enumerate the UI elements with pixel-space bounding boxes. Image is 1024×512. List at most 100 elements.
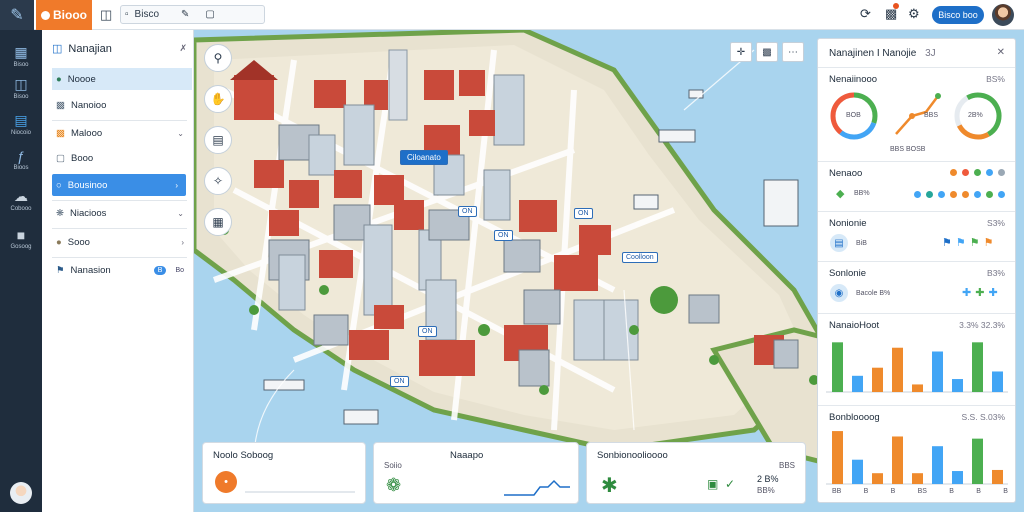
chart-icon: ▤	[830, 234, 848, 252]
bar-chart-bar	[932, 446, 943, 484]
terminal-icon: ■	[16, 227, 26, 243]
axis-tick-label: BS	[917, 488, 927, 495]
bar-chart-bar	[892, 347, 903, 392]
divider	[52, 200, 187, 201]
bar-chart-section-1: NanaioHoot 3.3% 32.3%	[818, 313, 1015, 403]
panel-title: Nanajinen I Nanojie 3J	[829, 48, 936, 59]
map-marker[interactable]: ON	[494, 230, 513, 241]
home-icon: ▦	[14, 44, 28, 60]
user-avatar[interactable]	[992, 4, 1014, 26]
map-icon: ▤	[14, 112, 28, 128]
close-icon[interactable]: ✕	[997, 47, 1005, 58]
chevron-down-icon[interactable]: ⌄	[177, 209, 192, 218]
divider	[52, 257, 187, 258]
map-marker[interactable]: ON	[390, 376, 409, 387]
bar-chart-bar	[972, 438, 983, 484]
map-marker[interactable]: ON	[574, 208, 593, 219]
rail-user-avatar[interactable]	[10, 482, 32, 504]
target-icon: ◉	[830, 284, 848, 302]
axis-tick-label: B	[976, 488, 981, 495]
grid-icon: ▩	[56, 99, 65, 111]
notification-icon[interactable]: ▩	[885, 3, 899, 22]
search-text: Bisco	[134, 9, 159, 20]
hand-tool-icon[interactable]: ✋	[204, 85, 232, 113]
side-panel: ◫ Nanajian ✗ ● Noooe ▩ Nanoioo ▩ Malooo …	[42, 30, 194, 512]
chevron-right-icon[interactable]: ›	[175, 181, 186, 190]
app-logo-icon[interactable]: ✎	[0, 0, 34, 30]
bar-chart-section-2: Bonbloooog S.S. S.03% BB B B BS B B B	[818, 405, 1015, 503]
rail-item-home[interactable]: ▦ Bisoo	[0, 44, 42, 68]
top-bar: ✎ Biooo ◫ ▫ Bisco ✎ ▢ ⟳ ▩ ⚙ Bisco boo	[0, 0, 1024, 30]
status-section-3: Sonlonie B3% ◉ Bacole B% ✚✚✚	[818, 261, 1015, 309]
split-view-icon[interactable]: ◫	[100, 7, 112, 23]
check-icon: ✓	[725, 477, 736, 491]
bar-chart-bar	[872, 473, 883, 484]
bar-chart-bar	[832, 342, 843, 392]
more-options-icon[interactable]: ⋯	[782, 42, 804, 62]
axis-tick-label: B	[863, 488, 869, 495]
rail-item-layers[interactable]: ƒ Bioos	[0, 148, 42, 171]
layers-tool-icon[interactable]: ▤	[204, 126, 232, 154]
side-item-4[interactable]: ○ Bousinoo ›	[52, 174, 186, 196]
map-marker[interactable]: ON	[418, 326, 437, 337]
sparkline	[504, 479, 570, 496]
left-rail: ▦ Bisoo ◫ Bisoo ▤ Niocoio ƒ Bioos ☁ Cobo…	[0, 30, 42, 512]
collapse-icon[interactable]: ✗	[179, 43, 187, 54]
count-label: Bo	[175, 266, 184, 274]
map-toolbar: ⚲ ✋ ▤ ✧ ▦	[204, 44, 234, 249]
map-style-icon[interactable]: ▩	[756, 42, 778, 62]
puzzle-icon[interactable]: ⚙	[908, 6, 920, 22]
axis-tick-label: BB	[832, 488, 842, 495]
grid-tool-icon[interactable]: ▦	[204, 208, 232, 236]
pin-tool-icon[interactable]: ⚲	[204, 44, 232, 72]
side-panel-header: ◫ Nanajian ✗	[52, 42, 187, 56]
summary-card-2[interactable]: Naaapo Soiio ❁	[373, 442, 579, 504]
brand-label: Biooo	[53, 8, 87, 22]
lock-icon: ▣	[707, 477, 719, 491]
chevron-right-icon[interactable]: ›	[181, 238, 192, 247]
search-bar[interactable]: ▫ Bisco ✎ ▢	[120, 5, 265, 24]
side-item-1[interactable]: ▩ Nanoioo	[52, 94, 192, 116]
progress-track	[245, 491, 355, 493]
bar-chart-bar	[932, 351, 943, 392]
cloud-icon: ☁	[14, 188, 28, 204]
summary-card-1[interactable]: Noolo Soboog •	[202, 442, 366, 504]
rail-item-inbox[interactable]: ◫ Bisoo	[0, 76, 42, 100]
summary-card-3[interactable]: Sonbionoolioooo BBS ✱ ▣ ✓ 2 B% BB%	[586, 442, 806, 504]
map-marker[interactable]: ON	[458, 206, 477, 217]
comment-icon[interactable]: ▢	[205, 9, 214, 20]
folder-icon: ▩	[56, 127, 65, 139]
bar-chart-bar	[972, 342, 983, 392]
map-label[interactable]: Ciloanato	[400, 150, 448, 165]
measure-tool-icon[interactable]: ✧	[204, 167, 232, 195]
rail-item-terminal[interactable]: ■ Gosoog	[0, 227, 42, 250]
rail-item-cloud[interactable]: ☁ Cobooo	[0, 188, 42, 212]
brand-button[interactable]: Biooo	[36, 0, 92, 30]
globe-icon: ●	[56, 73, 62, 85]
count-badge: B	[153, 265, 167, 275]
refresh-icon[interactable]: ⟳	[860, 6, 871, 22]
chevron-down-icon[interactable]: ⌄	[177, 129, 192, 138]
compass-icon[interactable]: ✛	[730, 42, 752, 62]
status-section-1: Nenaoo ◆ BB%	[818, 161, 1015, 209]
gauges-section: Nenaiinooo BS% BOB BBS 2B% BBS BOSB	[818, 67, 1015, 159]
coin-icon: ●	[56, 236, 62, 248]
side-item-0[interactable]: ● Noooe	[52, 68, 192, 90]
side-item-5[interactable]: ❋ Niacioos ⌄	[52, 202, 192, 224]
side-item-2[interactable]: ▩ Malooo ⌄	[52, 122, 192, 144]
book-icon: ◫	[52, 43, 63, 55]
side-item-6[interactable]: ● Sooo ›	[52, 231, 192, 253]
side-item-7[interactable]: ⚑ Nanasion B Bo	[52, 259, 192, 281]
puzzle-icons: ✚✚✚	[962, 287, 1002, 299]
flag-icon: ⚑	[56, 264, 65, 276]
axis-tick-label: B	[890, 488, 896, 495]
settings-icon: ❋	[56, 207, 64, 219]
bar-chart-bar	[912, 384, 923, 392]
primary-action-button[interactable]: Bisco boo	[932, 6, 984, 24]
analytics-panel: Nanajinen I Nanojie 3J ✕ Nenaiinooo BS% …	[817, 38, 1016, 503]
document-icon: ▫	[125, 9, 129, 20]
map-label[interactable]: Coolloon	[622, 252, 658, 263]
side-item-3[interactable]: ▢ Booo	[52, 147, 192, 169]
rail-item-map[interactable]: ▤ Niocoio	[0, 112, 42, 136]
edit-icon[interactable]: ✎	[181, 9, 189, 20]
